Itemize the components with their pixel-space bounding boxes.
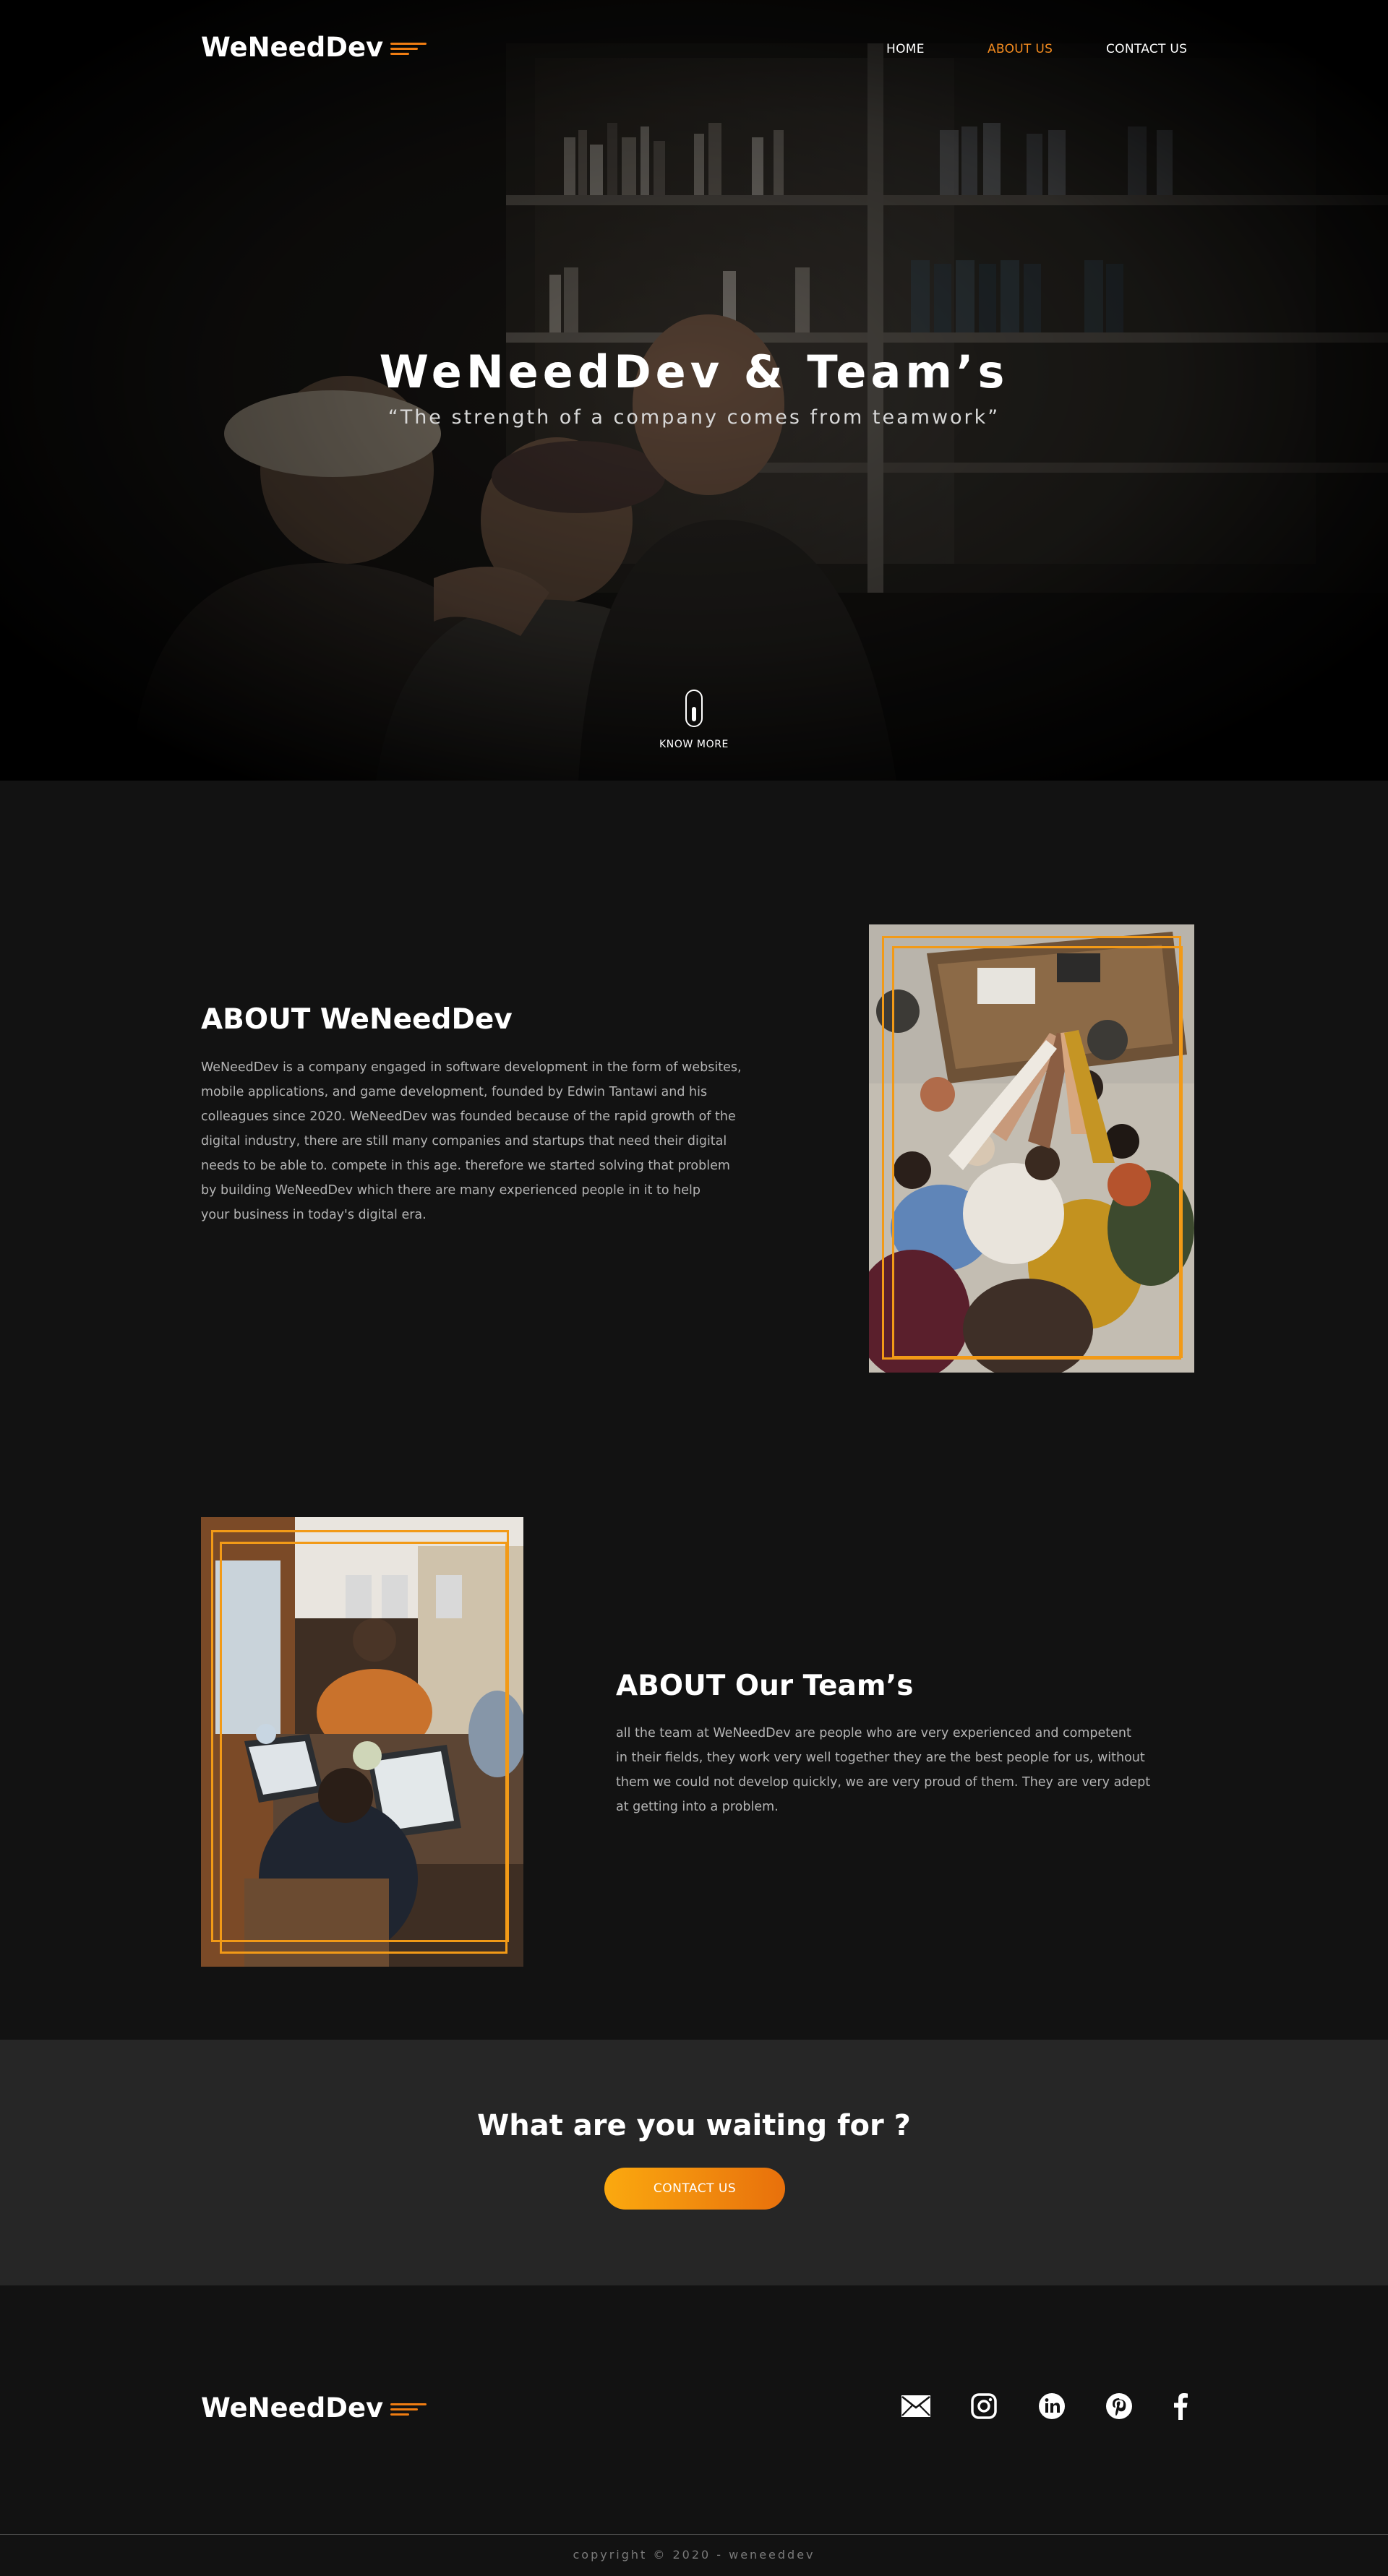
- about-company-text: WeNeedDev is a company engaged in softwa…: [201, 1055, 779, 1227]
- instagram-icon[interactable]: [967, 2390, 1001, 2423]
- team-high-five-photo: [869, 924, 1194, 1373]
- text-line: them we could not develop quickly, we ar…: [616, 1775, 1151, 1790]
- text-line: in their fields, they work very well tog…: [616, 1751, 1145, 1765]
- logo-lines-icon: [390, 40, 427, 56]
- text-line: needs to be able to. compete in this age…: [201, 1159, 730, 1173]
- pinterest-icon[interactable]: [1102, 2390, 1136, 2423]
- linkedin-icon[interactable]: [1035, 2390, 1068, 2423]
- text-line: mobile applications, and game developmen…: [201, 1085, 708, 1099]
- text-line: WeNeedDev is a company engaged in softwa…: [201, 1060, 742, 1075]
- hero-title: WeNeedDev & Team’s: [379, 345, 1009, 398]
- text-line: colleagues since 2020. WeNeedDev was fou…: [201, 1109, 736, 1124]
- cta-title: What are you waiting for ?: [477, 2109, 911, 2142]
- about-team-text: all the team at WeNeedDev are people who…: [616, 1721, 1187, 1819]
- know-more-link[interactable]: KNOW MORE: [0, 739, 1388, 750]
- footer-brand-logo[interactable]: WeNeedDev: [201, 2392, 427, 2423]
- copyright-text: copyright © 2020 - weneeddev: [573, 2548, 815, 2562]
- text-line: all the team at WeNeedDev are people who…: [616, 1726, 1131, 1740]
- about-company-title: ABOUT WeNeedDev: [201, 1003, 513, 1036]
- text-line: at getting into a problem.: [616, 1800, 779, 1814]
- mail-icon[interactable]: [899, 2390, 933, 2423]
- about-team-title: ABOUT Our Team’s: [616, 1670, 914, 1702]
- hero-section: WeNeedDev HOME ABOUT US CONTACT US WeNee…: [0, 0, 1388, 781]
- nav-home-link[interactable]: HOME: [886, 42, 925, 56]
- top-navigation: WeNeedDev HOME ABOUT US CONTACT US: [0, 0, 1388, 101]
- contact-us-button[interactable]: CONTACT US: [604, 2168, 785, 2210]
- footer-divider: [0, 2534, 1388, 2535]
- cta-section: What are you waiting for ?: [0, 2040, 1388, 2285]
- text-line: by building WeNeedDev which there are ma…: [201, 1183, 701, 1198]
- nav-about-us-link[interactable]: ABOUT US: [988, 42, 1053, 56]
- team-working-photo: [201, 1517, 523, 1967]
- logo-lines-icon: [390, 2400, 427, 2416]
- text-line: your business in today's digital era.: [201, 1208, 427, 1222]
- brand-name: WeNeedDev: [201, 2392, 384, 2423]
- photo-frame-inner: [892, 946, 1183, 1358]
- nav-contact-us-link[interactable]: CONTACT US: [1106, 42, 1187, 56]
- text-line: digital industry, there are still many c…: [201, 1134, 727, 1149]
- scroll-mouse-icon[interactable]: [685, 690, 703, 727]
- brand-logo[interactable]: WeNeedDev: [201, 32, 427, 63]
- hero-subtitle: “The strength of a company comes from te…: [387, 406, 1001, 429]
- photo-frame-inner: [220, 1542, 507, 1954]
- brand-name: WeNeedDev: [201, 32, 384, 63]
- facebook-icon[interactable]: [1164, 2390, 1197, 2423]
